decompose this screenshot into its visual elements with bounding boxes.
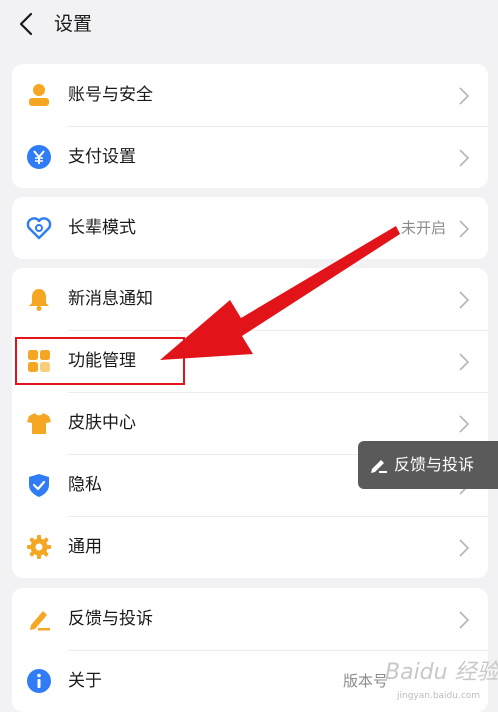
settings-item-notifications[interactable]: 新消息通知	[12, 268, 488, 330]
back-arrow-icon[interactable]	[14, 9, 40, 39]
settings-item-elder-mode[interactable]: 长辈模式 未开启	[12, 197, 488, 259]
settings-item-general[interactable]: 通用	[12, 516, 488, 578]
header-bar: 设置	[0, 0, 498, 50]
settings-item-label: 长辈模式	[68, 218, 136, 238]
version-label: 版本号	[342, 672, 388, 690]
settings-group-account: 账号与安全 支付设置	[12, 64, 488, 188]
settings-item-payment[interactable]: 支付设置	[12, 126, 488, 188]
shirt-icon	[27, 413, 51, 434]
heart-icon	[26, 217, 52, 240]
gear-icon	[27, 535, 51, 559]
chevron-right-icon	[459, 220, 470, 238]
settings-group-general: 新消息通知 功能管理 皮肤中心 隐私 通用	[12, 268, 488, 578]
annotation-highlight-box	[15, 337, 185, 385]
chevron-right-icon	[459, 539, 470, 557]
settings-item-label: 反馈与投诉	[68, 609, 153, 629]
info-icon	[27, 669, 51, 693]
floating-feedback-label: 反馈与投诉	[394, 455, 475, 474]
watermark-logo: Baidu 经验	[385, 660, 498, 685]
elder-mode-status: 未开启	[400, 219, 446, 237]
chevron-right-icon	[459, 291, 470, 309]
settings-item-label: 通用	[68, 537, 102, 557]
page-title: 设置	[54, 13, 93, 35]
pen-icon	[30, 611, 50, 631]
chevron-right-icon	[459, 87, 470, 105]
watermark: Baidu 经验 jingyan.baidu.com	[385, 658, 498, 708]
settings-group-elder: 长辈模式 未开启	[12, 197, 488, 259]
settings-item-label: 皮肤中心	[68, 413, 136, 433]
yuan-icon	[27, 145, 51, 169]
settings-item-label: 新消息通知	[68, 289, 153, 309]
chevron-right-icon	[459, 611, 470, 629]
watermark-url: jingyan.baidu.com	[397, 691, 481, 701]
bell-icon	[29, 289, 49, 311]
settings-item-feedback[interactable]: 反馈与投诉	[12, 588, 488, 650]
settings-item-account-security[interactable]: 账号与安全	[12, 64, 488, 126]
chevron-right-icon	[459, 415, 470, 433]
chevron-right-icon	[459, 353, 470, 371]
settings-item-label: 关于	[68, 671, 102, 691]
floating-feedback-button[interactable]: 反馈与投诉	[358, 441, 498, 489]
shield-icon	[29, 474, 49, 497]
settings-item-label: 账号与安全	[68, 85, 153, 105]
settings-item-label: 隐私	[68, 475, 102, 495]
settings-item-label: 支付设置	[68, 147, 136, 167]
pen-icon	[371, 460, 387, 473]
user-icon	[29, 84, 49, 106]
chevron-right-icon	[459, 149, 470, 167]
